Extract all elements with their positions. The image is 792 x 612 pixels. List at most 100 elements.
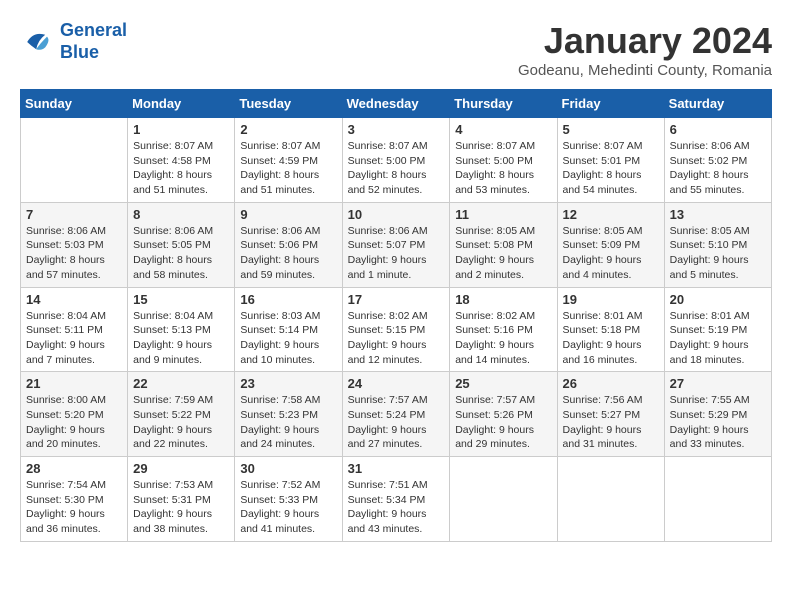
calendar-cell: 14Sunrise: 8:04 AMSunset: 5:11 PMDayligh… <box>21 287 128 372</box>
day-info: Sunrise: 8:01 AMSunset: 5:18 PMDaylight:… <box>563 309 659 368</box>
day-number: 23 <box>240 376 336 391</box>
calendar-cell: 27 Sunrise: 7:55 AMSunset: 5:29 PMDayligh… <box>664 372 771 457</box>
day-number: 25 <box>455 376 551 391</box>
day-number: 2 <box>240 122 336 137</box>
day-number: 12 <box>563 207 659 222</box>
day-info: Sunrise: 8:02 AMSunset: 5:16 PMDaylight:… <box>455 309 551 368</box>
day-number: 9 <box>240 207 336 222</box>
calendar-cell: 17 Sunrise: 8:02 AMSunset: 5:15 PMDayligh… <box>342 287 450 372</box>
day-number: 18 <box>455 292 551 307</box>
calendar-cell: 19 Sunrise: 8:01 AMSunset: 5:18 PMDayligh… <box>557 287 664 372</box>
day-number: 8 <box>133 207 229 222</box>
weekday-header: Friday <box>557 90 664 118</box>
month-title: January 2024 <box>518 20 772 62</box>
weekday-header: Monday <box>128 90 235 118</box>
calendar-cell: 25 Sunrise: 7:57 AMSunset: 5:26 PMDayligh… <box>450 372 557 457</box>
day-info: Sunrise: 8:05 AMSunset: 5:10 PMDaylight:… <box>670 224 766 283</box>
day-number: 31 <box>348 461 445 476</box>
page-header: General Blue January 2024 Godeanu, Mehed… <box>20 20 772 79</box>
logo: General Blue <box>20 20 127 63</box>
calendar-cell: 5Sunrise: 8:07 AMSunset: 5:01 PMDaylight… <box>557 118 664 203</box>
calendar-cell: 26 Sunrise: 7:56 AMSunset: 5:27 PMDayligh… <box>557 372 664 457</box>
day-info: Sunrise: 8:00 AMSunset: 5:20 PMDaylight:… <box>26 393 122 452</box>
day-info: Sunrise: 8:07 AMSunset: 4:58 PMDaylight:… <box>133 139 229 198</box>
day-info: Sunrise: 8:06 AMSunset: 5:03 PMDaylight:… <box>26 224 122 283</box>
calendar-cell: 23 Sunrise: 7:58 AMSunset: 5:23 PMDayligh… <box>235 372 342 457</box>
day-info: Sunrise: 7:53 AMSunset: 5:31 PMDaylight:… <box>133 478 229 537</box>
weekday-header: Saturday <box>664 90 771 118</box>
day-number: 21 <box>26 376 122 391</box>
calendar-cell: 28 Sunrise: 7:54 AMSunset: 5:30 PMDayligh… <box>21 457 128 542</box>
day-info: Sunrise: 8:07 AMSunset: 5:00 PMDaylight:… <box>455 139 551 198</box>
calendar-cell: 20 Sunrise: 8:01 AMSunset: 5:19 PMDayligh… <box>664 287 771 372</box>
day-info: Sunrise: 8:06 AMSunset: 5:07 PMDaylight:… <box>348 224 445 283</box>
day-number: 3 <box>348 122 445 137</box>
calendar-table: SundayMondayTuesdayWednesdayThursdayFrid… <box>20 89 772 542</box>
calendar-cell: 1 Sunrise: 8:07 AMSunset: 4:58 PMDaylight… <box>128 118 235 203</box>
day-number: 15 <box>133 292 229 307</box>
day-number: 26 <box>563 376 659 391</box>
calendar-cell <box>450 457 557 542</box>
calendar-week-row: 14Sunrise: 8:04 AMSunset: 5:11 PMDayligh… <box>21 287 772 372</box>
day-info: Sunrise: 7:55 AMSunset: 5:29 PMDaylight:… <box>670 393 766 452</box>
calendar-cell: 4 Sunrise: 8:07 AMSunset: 5:00 PMDaylight… <box>450 118 557 203</box>
day-info: Sunrise: 7:59 AMSunset: 5:22 PMDaylight:… <box>133 393 229 452</box>
day-info: Sunrise: 8:02 AMSunset: 5:15 PMDaylight:… <box>348 309 445 368</box>
calendar-cell: 30Sunrise: 7:52 AMSunset: 5:33 PMDayligh… <box>235 457 342 542</box>
day-number: 7 <box>26 207 122 222</box>
calendar-cell: 12Sunrise: 8:05 AMSunset: 5:09 PMDayligh… <box>557 202 664 287</box>
calendar-cell: 3 Sunrise: 8:07 AMSunset: 5:00 PMDaylight… <box>342 118 450 203</box>
day-info: Sunrise: 7:56 AMSunset: 5:27 PMDaylight:… <box>563 393 659 452</box>
day-number: 1 <box>133 122 229 137</box>
calendar-cell: 11 Sunrise: 8:05 AMSunset: 5:08 PMDayligh… <box>450 202 557 287</box>
calendar-cell <box>664 457 771 542</box>
calendar-cell: 21 Sunrise: 8:00 AMSunset: 5:20 PMDayligh… <box>21 372 128 457</box>
day-info: Sunrise: 8:06 AMSunset: 5:06 PMDaylight:… <box>240 224 336 283</box>
day-info: Sunrise: 8:03 AMSunset: 5:14 PMDaylight:… <box>240 309 336 368</box>
day-info: Sunrise: 8:01 AMSunset: 5:19 PMDaylight:… <box>670 309 766 368</box>
day-info: Sunrise: 8:07 AMSunset: 5:00 PMDaylight:… <box>348 139 445 198</box>
calendar-cell: 15 Sunrise: 8:04 AMSunset: 5:13 PMDayligh… <box>128 287 235 372</box>
calendar-week-row: 21 Sunrise: 8:00 AMSunset: 5:20 PMDayligh… <box>21 372 772 457</box>
day-number: 17 <box>348 292 445 307</box>
calendar-cell: 13 Sunrise: 8:05 AMSunset: 5:10 PMDayligh… <box>664 202 771 287</box>
day-number: 27 <box>670 376 766 391</box>
calendar-cell: 2Sunrise: 8:07 AMSunset: 4:59 PMDaylight… <box>235 118 342 203</box>
weekday-header: Sunday <box>21 90 128 118</box>
logo-icon <box>20 24 56 60</box>
day-number: 16 <box>240 292 336 307</box>
calendar-cell: 18 Sunrise: 8:02 AMSunset: 5:16 PMDayligh… <box>450 287 557 372</box>
day-info: Sunrise: 8:04 AMSunset: 5:13 PMDaylight:… <box>133 309 229 368</box>
day-number: 4 <box>455 122 551 137</box>
calendar-cell: 6Sunrise: 8:06 AMSunset: 5:02 PMDaylight… <box>664 118 771 203</box>
day-number: 24 <box>348 376 445 391</box>
calendar-week-row: 1 Sunrise: 8:07 AMSunset: 4:58 PMDaylight… <box>21 118 772 203</box>
day-info: Sunrise: 7:57 AMSunset: 5:26 PMDaylight:… <box>455 393 551 452</box>
calendar-week-row: 28 Sunrise: 7:54 AMSunset: 5:30 PMDayligh… <box>21 457 772 542</box>
calendar-header-row: SundayMondayTuesdayWednesdayThursdayFrid… <box>21 90 772 118</box>
day-info: Sunrise: 8:05 AMSunset: 5:08 PMDaylight:… <box>455 224 551 283</box>
day-number: 13 <box>670 207 766 222</box>
weekday-header: Wednesday <box>342 90 450 118</box>
calendar-cell: 29 Sunrise: 7:53 AMSunset: 5:31 PMDayligh… <box>128 457 235 542</box>
day-number: 30 <box>240 461 336 476</box>
day-info: Sunrise: 8:06 AMSunset: 5:05 PMDaylight:… <box>133 224 229 283</box>
calendar-cell: 31Sunrise: 7:51 AMSunset: 5:34 PMDayligh… <box>342 457 450 542</box>
location: Godeanu, Mehedinti County, Romania <box>518 62 772 79</box>
calendar-cell <box>557 457 664 542</box>
day-number: 19 <box>563 292 659 307</box>
weekday-header: Thursday <box>450 90 557 118</box>
day-number: 28 <box>26 461 122 476</box>
calendar-cell: 7 Sunrise: 8:06 AMSunset: 5:03 PMDaylight… <box>21 202 128 287</box>
day-number: 11 <box>455 207 551 222</box>
logo-text: General Blue <box>60 20 127 63</box>
calendar-cell <box>21 118 128 203</box>
day-info: Sunrise: 8:04 AMSunset: 5:11 PMDaylight:… <box>26 309 122 368</box>
day-number: 20 <box>670 292 766 307</box>
calendar-cell: 10 Sunrise: 8:06 AMSunset: 5:07 PMDayligh… <box>342 202 450 287</box>
day-number: 29 <box>133 461 229 476</box>
day-number: 10 <box>348 207 445 222</box>
day-info: Sunrise: 7:58 AMSunset: 5:23 PMDaylight:… <box>240 393 336 452</box>
day-number: 22 <box>133 376 229 391</box>
day-info: Sunrise: 7:54 AMSunset: 5:30 PMDaylight:… <box>26 478 122 537</box>
